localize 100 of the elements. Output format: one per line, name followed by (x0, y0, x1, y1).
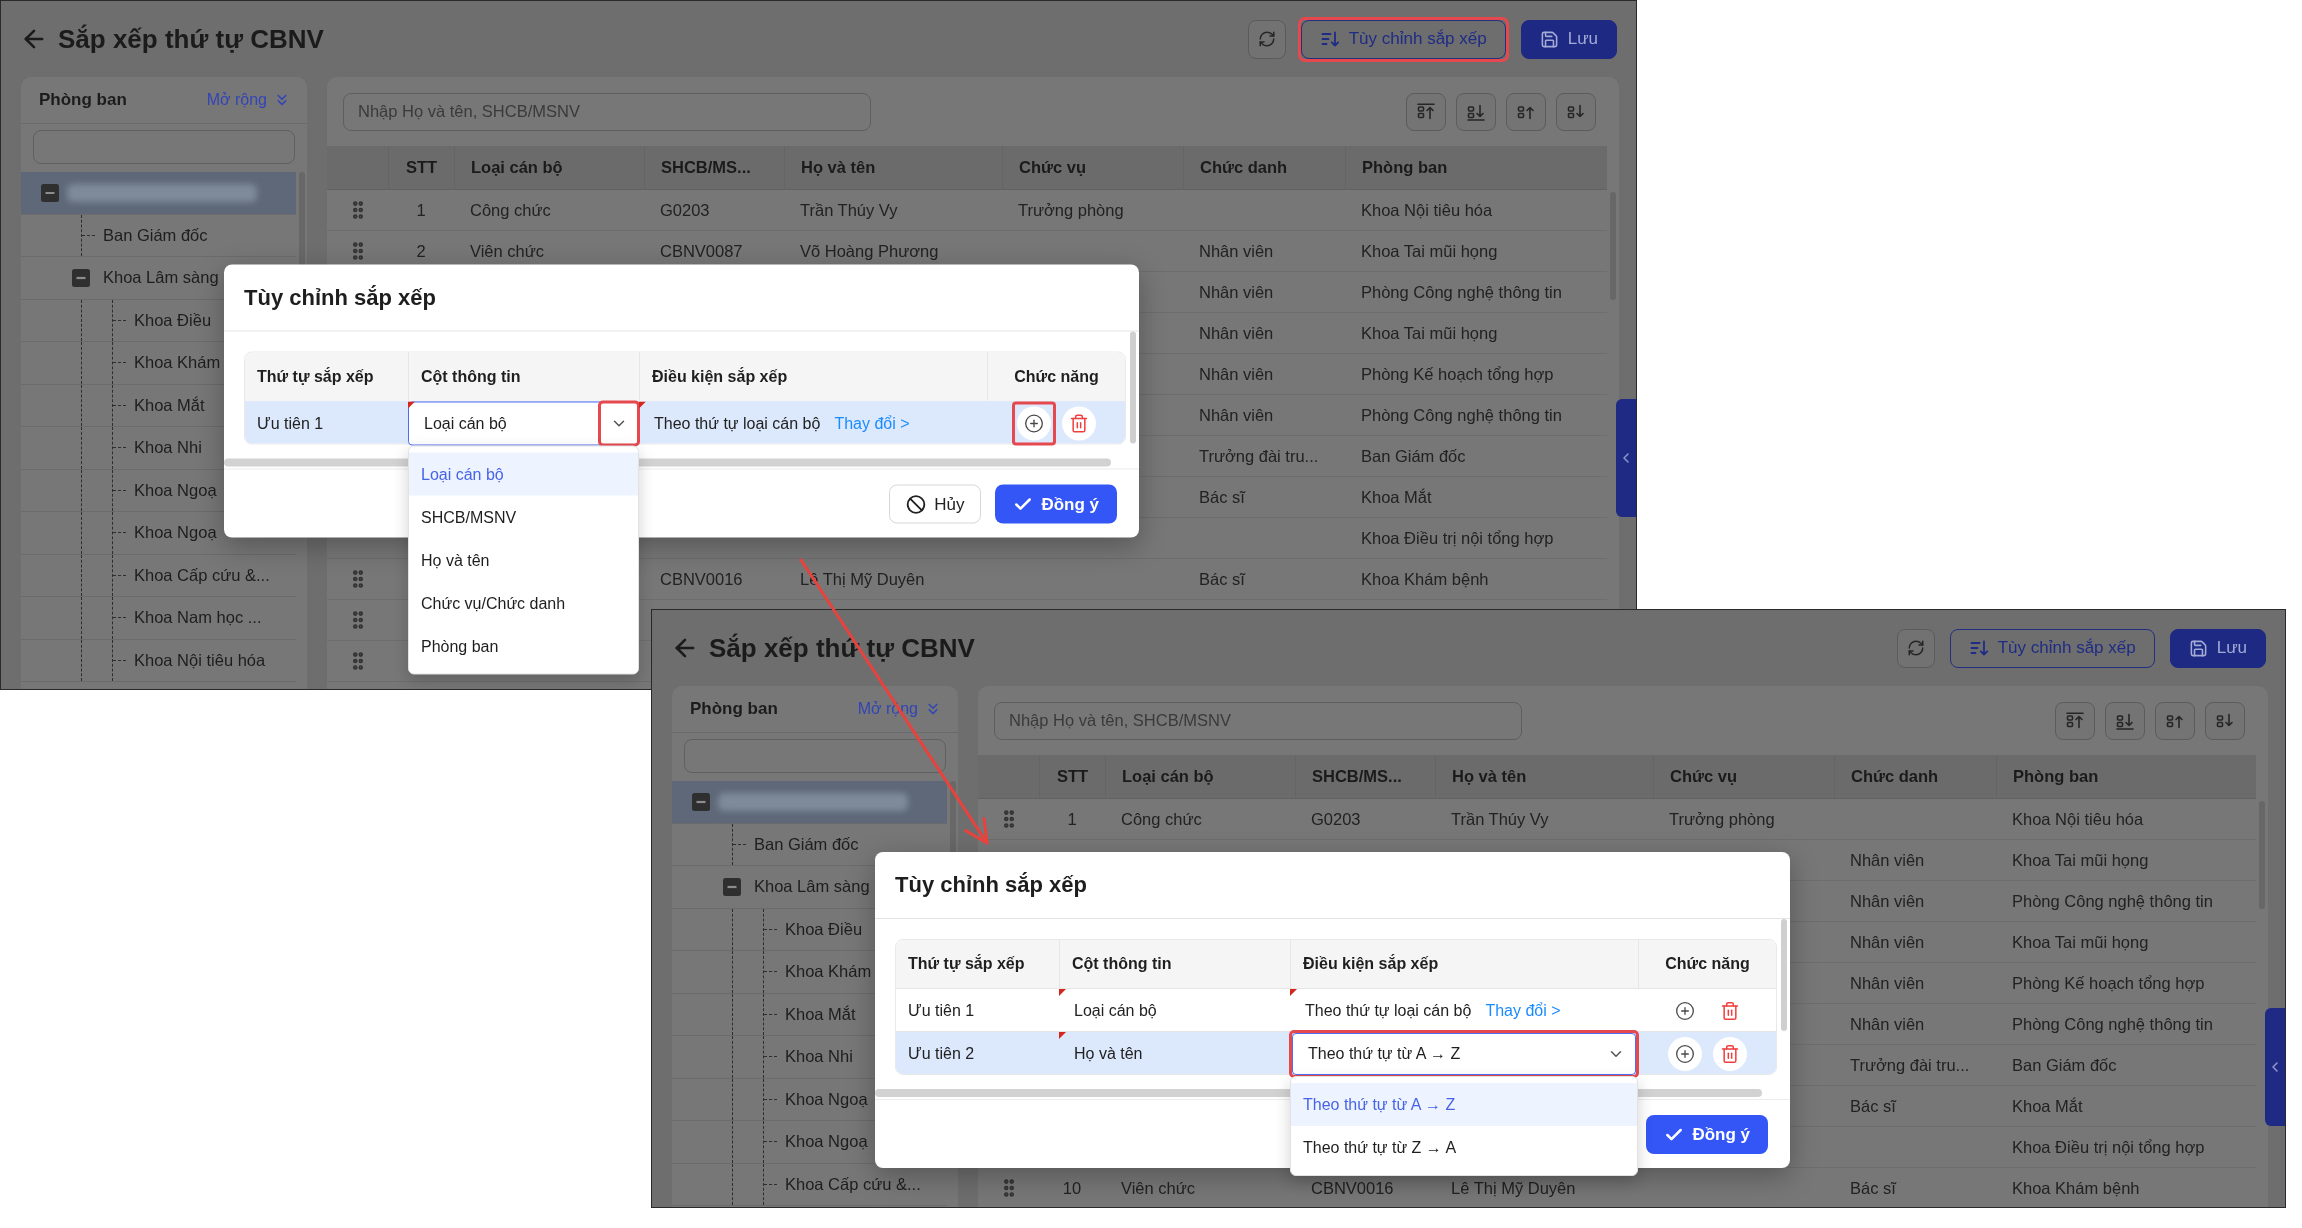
table-cell: Ban Giám đốc (2012, 1055, 2117, 1075)
move-up-button[interactable] (2155, 701, 2195, 740)
collapse-icon[interactable] (692, 792, 710, 811)
move-down-button[interactable] (1556, 92, 1596, 131)
table-cell: G0203 (660, 200, 710, 220)
table-cell: Phòng Công nghệ thông tin (2012, 891, 2213, 911)
confirm-button[interactable]: Đồng ý (1646, 1115, 1768, 1154)
table-cell: Khoa Tai mũi họng (1361, 323, 1498, 343)
collapse-icon[interactable] (723, 877, 741, 896)
table-cell: Trưởng phòng (1669, 809, 1775, 829)
department-search-field[interactable] (33, 130, 295, 164)
table-cell: CBNV0016 (1311, 1178, 1394, 1198)
dropdown-option[interactable]: Chức vụ/Chức danh (409, 581, 638, 625)
scrollbar[interactable] (1780, 919, 1787, 1031)
table-cell: Trần Thúy Vy (800, 200, 898, 220)
change-link[interactable]: Thay đổi > (1485, 1002, 1561, 1020)
column-header: Điều kiện sắp xếp (1303, 955, 1439, 973)
sort-button[interactable]: Tùy chỉnh sắp xếp (1949, 628, 2155, 668)
refresh-button[interactable] (1247, 19, 1286, 59)
table-cell: 1 (416, 200, 426, 220)
table-cell: Bác sĩ (1850, 1178, 1896, 1198)
sort-button[interactable]: Tùy chỉnh sắp xếp (1300, 19, 1506, 59)
table-cell: Nhân viên (1850, 932, 1925, 952)
select-field[interactable]: Loại cán bộ (408, 401, 639, 446)
refresh-button[interactable] (1896, 628, 1935, 668)
save-button[interactable]: Lưu (2169, 628, 2266, 668)
tree-item[interactable]: Khoa Cấp cứu &... (21, 554, 296, 597)
table-cell: Trưởng phòng (1018, 200, 1124, 220)
refresh-icon (1906, 639, 1925, 657)
table-cell: Phòng Công nghệ thông tin (2012, 1014, 2213, 1034)
table-cell: Phòng Kế hoạch tổng hợp (1361, 364, 1554, 384)
dropdown-option[interactable]: Theo thứ tự từ A → Z (1291, 1083, 1637, 1126)
move-down-button[interactable] (2205, 701, 2245, 740)
table-cell: Bác sĩ (1199, 569, 1245, 589)
tree-item[interactable]: Ban Giám đốc (21, 214, 296, 257)
collapse-icon[interactable] (41, 183, 59, 202)
cell-text: Họ và tên (1074, 1045, 1143, 1063)
dialog-row[interactable]: Ưu tiên 1 Loại cán bộ Theo thứ tự loại cán bộ Thay đổi > (245, 400, 1125, 444)
move-to-bottom-button[interactable] (2105, 701, 2145, 740)
tree-item[interactable]: Khoa Nội tiêu hóa (21, 639, 296, 682)
table-cell: Khoa Khám bệnh (1361, 569, 1489, 589)
department-search-field[interactable] (684, 739, 946, 773)
column-header: STT (1056, 767, 1089, 786)
table-cell: G0203 (1311, 809, 1361, 829)
select-field[interactable]: Theo thứ tự từ A → Z (1292, 1033, 1636, 1075)
table-cell: Khoa Nội tiêu hóa (2012, 809, 2144, 829)
move-to-bottom-button[interactable] (1456, 92, 1496, 131)
table-cell: Trưởng đài tru... (1199, 446, 1319, 466)
delete-button[interactable] (1061, 406, 1096, 441)
column-header: Họ và tên (1452, 767, 1527, 786)
table-cell: Khoa Nội tiêu hóa (1361, 200, 1493, 220)
move-to-top-button[interactable] (2055, 701, 2095, 740)
move-to-top-icon (1416, 101, 1436, 122)
column-header: Điều kiện sắp xếp (652, 367, 788, 386)
column-header: Chức vụ (1019, 158, 1086, 177)
dropdown-option[interactable]: Loại cán bộ (409, 452, 638, 496)
table-cell: Khoa Điều trị nội tổng hợp (2012, 1137, 2205, 1157)
table-cell: Phòng Công nghệ thông tin (1361, 405, 1562, 425)
tree-item[interactable]: Khoa Nam học ... (21, 597, 296, 640)
table-cell: Viên chức (470, 241, 545, 261)
refresh-icon (1257, 30, 1276, 48)
column-header: Chức vụ (1670, 767, 1737, 786)
tree-item[interactable] (21, 172, 296, 215)
dropdown-option[interactable]: SHCB/MSNV (409, 495, 638, 539)
dropdown-option[interactable]: Họ và tên (409, 538, 638, 582)
cancel-button[interactable]: Hủy (889, 484, 982, 524)
dropdown-option[interactable]: Theo thứ tự từ Z → A (1291, 1126, 1637, 1169)
search-field[interactable]: Nhập Họ và tên, SHCB/MSNV (343, 92, 871, 131)
search-field[interactable]: Nhập Họ và tên, SHCB/MSNV (994, 701, 1522, 740)
column-header: Loại cán bộ (471, 158, 563, 177)
cell-text: Theo thứ tự loại cán bộ (1305, 1002, 1472, 1020)
trash-icon (1068, 413, 1089, 434)
table-cell: Khoa Khám bệnh (2012, 1178, 2140, 1198)
plus-circle-icon (1674, 1001, 1695, 1021)
move-up-button[interactable] (1506, 92, 1546, 131)
table-cell: Công chức (1121, 809, 1202, 829)
column-header: Họ và tên (801, 158, 876, 177)
scrollbar[interactable] (1129, 331, 1136, 444)
column-header: Phòng ban (1362, 158, 1448, 177)
dropdown-option[interactable]: Phòng ban (409, 624, 638, 668)
table-cell: 10 (1062, 1178, 1082, 1198)
page-title: Sắp xếp thứ tự CBNV (709, 632, 975, 664)
delete-button[interactable] (1712, 1037, 1747, 1071)
table-cell: 2 (416, 241, 426, 261)
table-cell: Bác sĩ (1850, 1096, 1896, 1116)
table-cell: Công chức (470, 200, 551, 220)
table-cell: Ban Giám đốc (1361, 446, 1466, 466)
column-header: Chức danh (1200, 158, 1288, 177)
table-cell: Trưởng đài tru... (1850, 1055, 1970, 1075)
tree-item[interactable] (672, 781, 947, 824)
table-cell: Nhân viên (1199, 323, 1274, 343)
trash-icon (1719, 1044, 1740, 1064)
move-to-top-button[interactable] (1406, 92, 1446, 131)
confirm-button[interactable]: Đồng ý (995, 484, 1117, 524)
cell-text: Loại cán bộ (1074, 1002, 1157, 1020)
save-button[interactable]: Lưu (1520, 19, 1617, 59)
collapse-icon[interactable] (72, 268, 90, 287)
table-cell: Nhân viên (1850, 1014, 1925, 1034)
add-button[interactable] (1667, 1037, 1702, 1071)
change-link[interactable]: Thay đổi > (834, 414, 910, 433)
